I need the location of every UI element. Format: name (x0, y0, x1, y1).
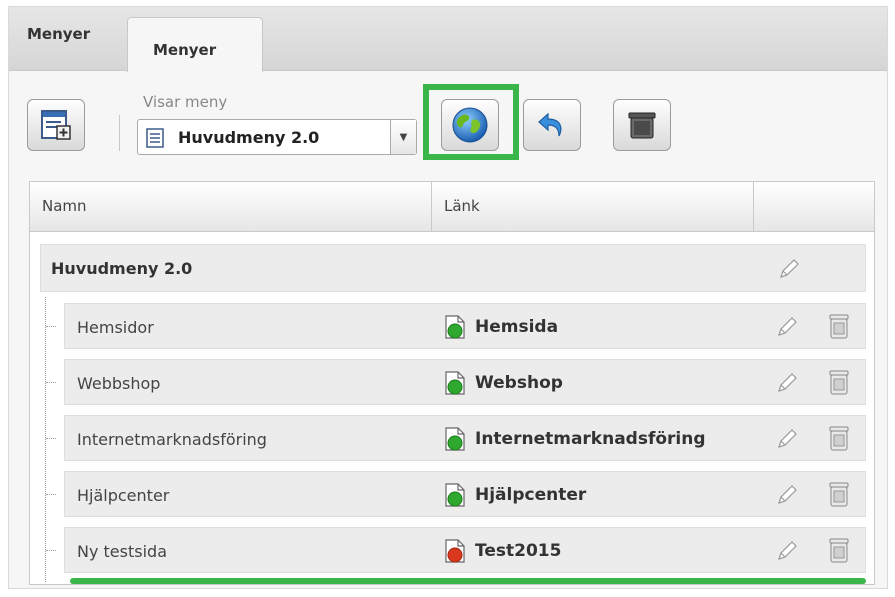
trash-icon[interactable] (827, 536, 851, 564)
grid-header: Namn Länk (30, 182, 874, 232)
menu-items-grid: Namn Länk Huvudmeny 2.0 Hemsidor Hemsida (29, 181, 875, 585)
published-page-icon (445, 483, 465, 507)
drop-indicator (70, 578, 866, 584)
menu-editor-panel: Menyer Menyer Visar meny Huvudmeny 2.0 ▼ (8, 6, 888, 589)
trash-icon[interactable] (827, 312, 851, 340)
published-page-icon (445, 427, 465, 451)
column-header-actions (754, 182, 874, 231)
published-page-icon (445, 371, 465, 395)
new-menu-button[interactable] (27, 99, 85, 151)
tab-menyer-active[interactable]: Menyer (127, 17, 263, 72)
menu-root-name: Huvudmeny 2.0 (51, 259, 193, 278)
menu-item-row[interactable]: Internetmarknadsföring Internetmarknadsf… (46, 415, 866, 461)
menu-item-name: Webbshop (77, 374, 161, 393)
tab-label: Menyer (153, 41, 217, 59)
trash-icon (628, 112, 656, 139)
pencil-icon[interactable] (777, 257, 801, 281)
tree-branch (46, 494, 56, 495)
menu-item-name: Hemsidor (77, 318, 154, 337)
trash-icon[interactable] (827, 424, 851, 452)
tab-menyer-header[interactable]: Menyer (27, 25, 90, 43)
publish-button-highlight (423, 84, 519, 160)
pencil-icon[interactable] (775, 427, 799, 451)
menu-item-name: Hjälpcenter (77, 486, 170, 505)
undo-icon (538, 112, 562, 137)
menu-item-name: Internetmarknadsföring (77, 430, 267, 449)
menu-item-name: Ny testsida (77, 542, 167, 561)
menu-item-link[interactable]: Hemsida (475, 317, 765, 337)
menu-doc-icon (146, 128, 164, 148)
pencil-icon[interactable] (775, 315, 799, 339)
menu-item-row[interactable]: Hjälpcenter Hjälpcenter (46, 471, 866, 517)
pencil-icon[interactable] (775, 483, 799, 507)
menu-item-row[interactable]: Ny testsida Test2015 (46, 527, 866, 573)
new-menu-icon (41, 110, 71, 140)
pencil-icon[interactable] (775, 539, 799, 563)
undo-button[interactable] (523, 99, 581, 151)
trash-icon[interactable] (827, 480, 851, 508)
chevron-down-icon[interactable]: ▼ (390, 120, 416, 154)
tree-line (45, 297, 46, 582)
menu-select[interactable]: Huvudmeny 2.0 ▼ (137, 119, 417, 155)
tree-branch (46, 550, 56, 551)
toolbar-divider (119, 115, 120, 151)
tab-strip: Menyer Menyer (9, 7, 887, 72)
column-header-link[interactable]: Länk (432, 182, 754, 231)
trash-icon[interactable] (827, 368, 851, 396)
menu-select-label: Visar meny (143, 93, 228, 111)
menu-item-row[interactable]: Webbshop Webshop (46, 359, 866, 405)
tree-branch (46, 326, 56, 327)
delete-menu-button[interactable] (613, 99, 671, 151)
unpublished-page-icon (445, 539, 465, 563)
menu-root-row[interactable]: Huvudmeny 2.0 (40, 244, 866, 292)
pencil-icon[interactable] (775, 371, 799, 395)
menu-item-link[interactable]: Hjälpcenter (475, 485, 765, 505)
menu-select-value: Huvudmeny 2.0 (178, 128, 320, 147)
tree-branch (46, 438, 56, 439)
menu-item-link[interactable]: Test2015 (475, 541, 765, 561)
column-header-name[interactable]: Namn (30, 182, 432, 231)
published-page-icon (445, 315, 465, 339)
menu-item-row[interactable]: Hemsidor Hemsida (46, 303, 866, 349)
menu-item-link[interactable]: Internetmarknadsföring (475, 429, 765, 449)
menu-item-link[interactable]: Webshop (475, 373, 765, 393)
tree-branch (46, 382, 56, 383)
